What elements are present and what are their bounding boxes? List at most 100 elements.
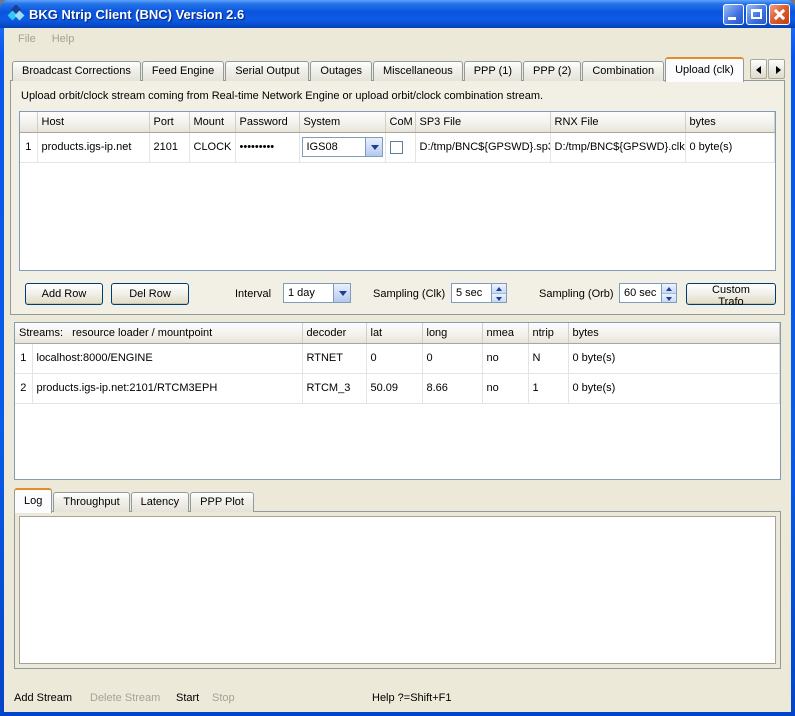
upload-description: Upload orbit/clock stream coming from Re… bbox=[21, 90, 543, 102]
tab-outages[interactable]: Outages bbox=[310, 61, 372, 81]
cell-decoder[interactable]: RTCM_3 bbox=[302, 373, 366, 403]
app-icon bbox=[7, 5, 25, 23]
custom-trafo-button[interactable]: Custom Trafo bbox=[686, 283, 776, 305]
interval-label: Interval bbox=[235, 283, 271, 305]
col-sp3: SP3 File bbox=[415, 112, 550, 132]
tab-ppp-plot[interactable]: PPP Plot bbox=[190, 492, 254, 512]
maximize-icon bbox=[751, 9, 762, 19]
menu-file[interactable]: File bbox=[10, 31, 44, 47]
col-nmea: nmea bbox=[482, 323, 528, 343]
cell-port[interactable]: 2101 bbox=[149, 132, 189, 162]
cell-mount[interactable]: CLOCK bbox=[189, 132, 235, 162]
cell-nmea: no bbox=[482, 373, 528, 403]
cell-mountpoint[interactable]: products.igs-ip.net:2101/RTCM3EPH bbox=[32, 373, 302, 403]
tab-combination[interactable]: Combination bbox=[582, 61, 664, 81]
help-hint: Help ?=Shift+F1 bbox=[372, 692, 452, 704]
log-output[interactable] bbox=[19, 516, 776, 664]
com-checkbox[interactable] bbox=[390, 141, 403, 154]
stream-row[interactable]: 1 localhost:8000/ENGINE RTNET 0 0 no N 0… bbox=[15, 343, 780, 373]
tab-miscellaneous[interactable]: Miscellaneous bbox=[373, 61, 463, 81]
footer-bar: Add Stream Delete Stream Start Stop Help… bbox=[14, 692, 781, 710]
col-host: Host bbox=[37, 112, 149, 132]
left-arrow-icon bbox=[756, 66, 761, 74]
spinner-up-icon[interactable] bbox=[492, 284, 506, 293]
cell-sp3-file[interactable]: D:/tmp/BNC${GPSWD}.sp3 bbox=[415, 132, 550, 162]
col-ntrip: ntrip bbox=[528, 323, 568, 343]
right-arrow-icon bbox=[776, 66, 781, 74]
col-streams-mountpoint: Streams: resource loader / mountpoint bbox=[15, 323, 302, 343]
tab-ppp-1[interactable]: PPP (1) bbox=[464, 61, 522, 81]
cell-rnx-file[interactable]: D:/tmp/BNC${GPSWD}.clk bbox=[550, 132, 685, 162]
upload-controls: Add Row Del Row Interval 1 day Sampling … bbox=[11, 283, 784, 307]
col-decoder: decoder bbox=[302, 323, 366, 343]
cell-ntrip: N bbox=[528, 343, 568, 373]
upload-table-row: 1 products.igs-ip.net 2101 CLOCK •••••••… bbox=[20, 132, 775, 162]
col-com: CoM bbox=[385, 112, 415, 132]
minimize-icon bbox=[728, 17, 736, 20]
sampling-orb-label: Sampling (Orb) bbox=[539, 283, 614, 305]
spinner-down-icon[interactable] bbox=[662, 293, 676, 303]
col-lat: lat bbox=[366, 323, 422, 343]
maximize-button[interactable] bbox=[746, 4, 767, 25]
col-port: Port bbox=[149, 112, 189, 132]
title-bar[interactable]: BKG Ntrip Client (BNC) Version 2.6 bbox=[0, 0, 795, 28]
cell-stream-bytes: 0 byte(s) bbox=[568, 373, 780, 403]
add-row-button[interactable]: Add Row bbox=[25, 283, 103, 305]
spinner-down-icon[interactable] bbox=[492, 293, 506, 303]
interval-combobox[interactable]: 1 day bbox=[283, 283, 351, 303]
add-stream-button[interactable]: Add Stream bbox=[14, 692, 72, 704]
dropdown-arrow-icon[interactable] bbox=[365, 138, 382, 156]
col-password: Password bbox=[235, 112, 299, 132]
stop-button[interactable]: Stop bbox=[212, 692, 235, 704]
menu-bar: File Help bbox=[4, 28, 791, 50]
tab-log[interactable]: Log bbox=[14, 488, 52, 513]
tab-ppp-2[interactable]: PPP (2) bbox=[523, 61, 581, 81]
tab-latency[interactable]: Latency bbox=[131, 492, 190, 512]
tab-broadcast-corrections[interactable]: Broadcast Corrections bbox=[12, 61, 141, 81]
col-system: System bbox=[299, 112, 385, 132]
row-index: 1 bbox=[20, 132, 37, 162]
menu-help[interactable]: Help bbox=[44, 31, 83, 47]
col-mount: Mount bbox=[189, 112, 235, 132]
col-rnx: RNX File bbox=[550, 112, 685, 132]
del-row-button[interactable]: Del Row bbox=[111, 283, 189, 305]
streams-table: Streams: resource loader / mountpoint de… bbox=[14, 322, 781, 480]
spinner-up-icon[interactable] bbox=[662, 284, 676, 293]
cell-decoder[interactable]: RTNET bbox=[302, 343, 366, 373]
window-title: BKG Ntrip Client (BNC) Version 2.6 bbox=[29, 7, 721, 22]
close-button[interactable] bbox=[769, 4, 790, 25]
main-tab-bar: Broadcast Corrections Feed Engine Serial… bbox=[12, 56, 751, 81]
stream-row[interactable]: 2 products.igs-ip.net:2101/RTCM3EPH RTCM… bbox=[15, 373, 780, 403]
bottom-tab-bar: Log Throughput Latency PPP Plot bbox=[14, 490, 255, 512]
cell-stream-bytes: 0 byte(s) bbox=[568, 343, 780, 373]
tab-serial-output[interactable]: Serial Output bbox=[225, 61, 309, 81]
upload-table: Host Port Mount Password System CoM SP3 … bbox=[19, 111, 776, 271]
tab-feed-engine[interactable]: Feed Engine bbox=[142, 61, 224, 81]
cell-lat[interactable]: 0 bbox=[366, 343, 422, 373]
cell-long[interactable]: 8.66 bbox=[422, 373, 482, 403]
tab-upload-clk[interactable]: Upload (clk) bbox=[665, 57, 744, 82]
cell-host[interactable]: products.igs-ip.net bbox=[37, 132, 149, 162]
sampling-clk-spinner[interactable]: 5 sec bbox=[451, 283, 507, 303]
col-bytes: bytes bbox=[685, 112, 775, 132]
client-area: File Help Broadcast Corrections Feed Eng… bbox=[4, 28, 791, 712]
cell-long[interactable]: 0 bbox=[422, 343, 482, 373]
upload-clk-panel: Upload orbit/clock stream coming from Re… bbox=[10, 80, 785, 315]
minimize-button[interactable] bbox=[723, 4, 744, 25]
tab-scroll-right-button[interactable] bbox=[768, 59, 785, 79]
sampling-clk-label: Sampling (Clk) bbox=[373, 283, 445, 305]
cell-bytes: 0 byte(s) bbox=[685, 132, 775, 162]
log-panel bbox=[14, 511, 781, 669]
start-button[interactable]: Start bbox=[176, 692, 199, 704]
cell-password[interactable]: ••••••••• bbox=[235, 132, 299, 162]
system-combobox[interactable]: IGS08 bbox=[302, 137, 383, 157]
cell-nmea: no bbox=[482, 343, 528, 373]
cell-mountpoint[interactable]: localhost:8000/ENGINE bbox=[32, 343, 302, 373]
sampling-orb-spinner[interactable]: 60 sec bbox=[619, 283, 677, 303]
tab-throughput[interactable]: Throughput bbox=[53, 492, 129, 512]
cell-lat[interactable]: 50.09 bbox=[366, 373, 422, 403]
tab-scroll-left-button[interactable] bbox=[750, 59, 767, 79]
cell-ntrip: 1 bbox=[528, 373, 568, 403]
dropdown-arrow-icon[interactable] bbox=[333, 284, 350, 302]
delete-stream-button[interactable]: Delete Stream bbox=[90, 692, 160, 704]
